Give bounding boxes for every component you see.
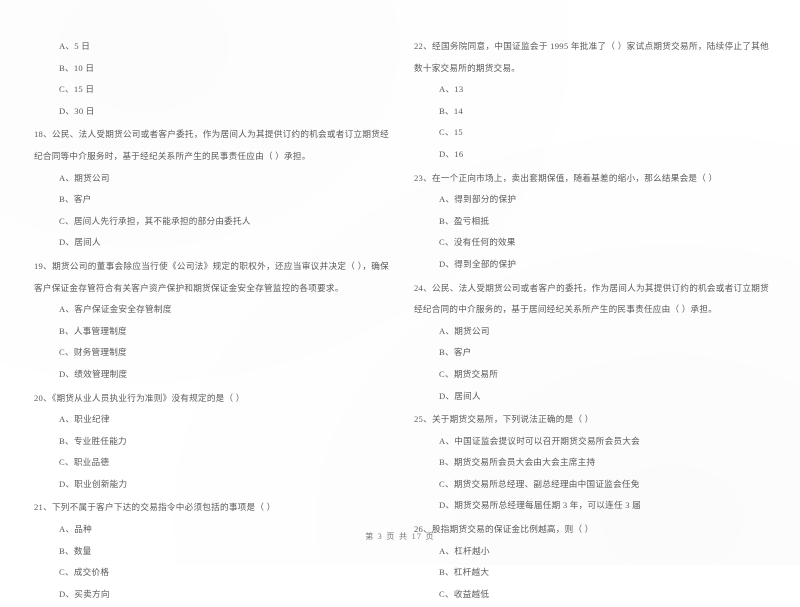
- question-stem: 25、关于期货交易所，下列说法正确的是（ ）: [414, 414, 594, 425]
- question-option[interactable]: D、得到全部的保护: [414, 254, 769, 276]
- question-option[interactable]: B、10 日: [34, 58, 389, 80]
- question-block: 25、关于期货交易所，下列说法正确的是（ ） A、中国证监会提议时可以召开期货交易…: [414, 409, 769, 517]
- question-option[interactable]: D、居间人: [414, 386, 769, 408]
- question-column-left: A、5 日 B、10 日 C、15 日 D、30 日 18、公民、法人受期货公司或者客户…: [34, 36, 389, 607]
- question-block: 21、下列不属于客户下达的交易指令中必须包括的事项是（ ） A、品种 B、数量 C、成…: [34, 497, 389, 605]
- question-option[interactable]: C、没有任何的效果: [414, 232, 769, 254]
- question-option[interactable]: C、期货交易所总经理、副总经理由中国证监会任免: [414, 474, 769, 496]
- question-block: 20、《期货从业人员执业行为准则》没有规定的是（ ） A、职业纪律 B、专业胜任能力…: [34, 388, 389, 496]
- question-option[interactable]: B、专业胜任能力: [34, 431, 389, 453]
- question-option[interactable]: B、期货交易所会员大会由大会主席主持: [414, 452, 769, 474]
- question-option[interactable]: B、杠杆越大: [414, 562, 769, 584]
- question-option[interactable]: D、16: [414, 144, 769, 166]
- question-block: 23、在一个正向市场上，卖出套期保值，随着基差的缩小，那么结果会是（ ） A、得到…: [414, 168, 769, 276]
- question-option[interactable]: C、居间人先行承担，其不能承担的部分由委托人: [34, 211, 389, 233]
- question-stem: 23、在一个正向市场上，卖出套期保值，随着基差的缩小，那么结果会是（ ）: [414, 172, 718, 183]
- question-stem: 20、《期货从业人员执业行为准则》没有规定的是（ ）: [34, 392, 245, 403]
- question-block: A、5 日 B、10 日 C、15 日 D、30 日: [34, 36, 389, 122]
- question-option[interactable]: C、15: [414, 122, 769, 144]
- question-option[interactable]: A、职业纪律: [34, 409, 389, 431]
- question-stem: 24、公民、法人受期货公司或者客户的委托，作为居间人为其提供订约的机会或者订立期…: [414, 282, 769, 315]
- question-option[interactable]: B、客户: [414, 342, 769, 364]
- question-option[interactable]: A、期货公司: [34, 168, 389, 190]
- question-option[interactable]: A、期货公司: [414, 321, 769, 343]
- question-option[interactable]: A、13: [414, 79, 769, 101]
- question-stem: 18、公民、法人受期货公司或者客户委托，作为居间人为其提供订约的机会或者订立期货…: [34, 129, 389, 161]
- question-option[interactable]: A、得到部分的保护: [414, 189, 769, 211]
- page-footer: 第 3 页 共 17 页: [365, 532, 435, 541]
- question-option[interactable]: C、15 日: [34, 79, 389, 101]
- question-block: 19、期货公司的董事会除应当行使《公司法》规定的职权外，还应当审议并决定（ ），…: [34, 256, 389, 386]
- question-option[interactable]: B、人事管理制度: [34, 321, 389, 343]
- question-option[interactable]: D、绩效管理制度: [34, 364, 389, 386]
- question-option[interactable]: C、期货交易所: [414, 364, 769, 386]
- question-stem: 22、经国务院同意，中国证监会于 1995 年批准了（ ）家试点期货交易所，陆续…: [414, 41, 769, 73]
- question-stem: 19、期货公司的董事会除应当行使《公司法》规定的职权外，还应当审议并决定（ ），…: [34, 260, 389, 293]
- question-column-right: 22、经国务院同意，中国证监会于 1995 年批准了（ ）家试点期货交易所，陆续…: [414, 36, 769, 607]
- question-block: 22、经国务院同意，中国证监会于 1995 年批准了（ ）家试点期货交易所，陆续…: [414, 36, 769, 166]
- question-option[interactable]: B、客户: [34, 189, 389, 211]
- question-option[interactable]: D、30 日: [34, 101, 389, 123]
- question-option[interactable]: D、买卖方向: [34, 584, 389, 606]
- question-option[interactable]: D、职业创新能力: [34, 474, 389, 496]
- question-option[interactable]: C、职业品德: [34, 452, 389, 474]
- question-block: 18、公民、法人受期货公司或者客户委托，作为居间人为其提供订约的机会或者订立期货…: [34, 124, 389, 254]
- question-block: 24、公民、法人受期货公司或者客户的委托，作为居间人为其提供订约的机会或者订立期…: [414, 278, 769, 408]
- question-option[interactable]: C、财务管理制度: [34, 342, 389, 364]
- question-option[interactable]: D、居间人: [34, 232, 389, 254]
- question-option[interactable]: D、期货交易所总经理每届任期 3 年，可以连任 3 届: [414, 495, 769, 517]
- question-option[interactable]: B、14: [414, 101, 769, 123]
- question-option[interactable]: C、成交价格: [34, 562, 389, 584]
- question-option[interactable]: C、收益越低: [414, 584, 769, 606]
- question-option[interactable]: A、杠杆越小: [414, 541, 769, 563]
- question-option[interactable]: B、数量: [34, 541, 389, 563]
- question-stem: 21、下列不属于客户下达的交易指令中必须包括的事项是（ ）: [34, 502, 276, 513]
- question-option[interactable]: A、客户保证金安全存管制度: [34, 299, 389, 321]
- question-option[interactable]: A、5 日: [34, 36, 389, 58]
- question-option[interactable]: A、中国证监会提议时可以召开期货交易所会员大会: [414, 431, 769, 453]
- exam-page: A、5 日 B、10 日 C、15 日 D、30 日 18、公民、法人受期货公司或者客户…: [0, 0, 800, 599]
- question-option[interactable]: B、盈亏相抵: [414, 211, 769, 233]
